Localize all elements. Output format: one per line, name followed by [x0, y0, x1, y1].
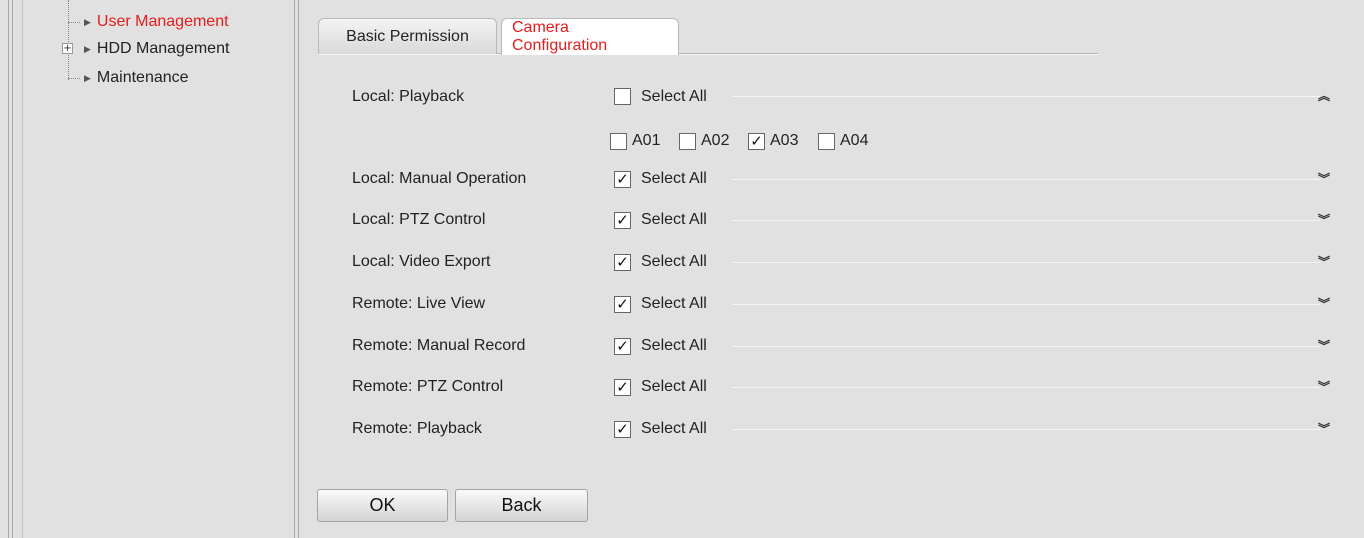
- separator-line: [732, 262, 1320, 263]
- expand-icon[interactable]: ︾: [1318, 298, 1330, 310]
- select-all-label: Select All: [641, 378, 707, 395]
- channel-checkbox-a03[interactable]: ✓: [748, 133, 765, 150]
- select-all-label: Select All: [641, 170, 707, 187]
- select-all-checkbox[interactable]: ✓: [614, 421, 631, 438]
- select-all-label: Select All: [641, 211, 707, 228]
- permission-row-remote-ptz-control: Remote: PTZ Control ✓ Select All ︾: [0, 374, 1364, 404]
- triangle-right-icon: ▶: [84, 16, 91, 27]
- separator-line: [732, 304, 1320, 305]
- separator-line: [732, 346, 1320, 347]
- select-all-checkbox[interactable]: ✓: [614, 338, 631, 355]
- permission-row-remote-manual-record: Remote: Manual Record ✓ Select All ︾: [0, 333, 1364, 363]
- select-all-checkbox[interactable]: ✓: [614, 296, 631, 313]
- channel-row: A01 A02 ✓ A03 A04: [0, 128, 1364, 158]
- separator-line: [732, 179, 1320, 180]
- triangle-right-icon: ▶: [84, 72, 91, 83]
- channel-label: A01: [632, 132, 661, 149]
- channel-checkbox-a04[interactable]: [818, 133, 835, 150]
- permission-label: Remote: PTZ Control: [352, 378, 504, 395]
- channel-label: A03: [770, 132, 799, 149]
- back-button[interactable]: Back: [455, 489, 588, 522]
- select-all-label: Select All: [641, 337, 707, 354]
- select-all-label: Select All: [641, 420, 707, 437]
- permission-label: Local: Video Export: [352, 253, 491, 270]
- expand-icon[interactable]: ︾: [1318, 173, 1330, 185]
- permission-label: Remote: Playback: [352, 420, 482, 437]
- separator-line: [732, 429, 1320, 430]
- channel-checkbox-a02[interactable]: [679, 133, 696, 150]
- permission-row-local-video-export: Local: Video Export ✓ Select All ︾: [0, 249, 1364, 279]
- select-all-label: Select All: [641, 295, 707, 312]
- permission-label: Remote: Manual Record: [352, 337, 526, 354]
- select-all-checkbox[interactable]: ✓: [614, 379, 631, 396]
- select-all-checkbox[interactable]: ✓: [614, 212, 631, 229]
- select-all-label: Select All: [641, 88, 707, 105]
- select-all-checkbox[interactable]: [614, 88, 631, 105]
- channel-checkbox-a01[interactable]: [610, 133, 627, 150]
- permission-row-remote-playback: Remote: Playback ✓ Select All ︾: [0, 416, 1364, 446]
- separator-line: [732, 387, 1320, 388]
- permission-label: Local: PTZ Control: [352, 211, 486, 228]
- select-all-checkbox[interactable]: ✓: [614, 171, 631, 188]
- permission-label: Local: Manual Operation: [352, 170, 527, 187]
- select-all-checkbox[interactable]: ✓: [614, 254, 631, 271]
- sidebar-item-label: HDD Management: [96, 40, 230, 57]
- tab-basic-permission[interactable]: Basic Permission: [318, 18, 497, 54]
- separator-line: [732, 220, 1320, 221]
- channel-label: A02: [701, 132, 730, 149]
- ok-button[interactable]: OK: [317, 489, 448, 522]
- permission-row-local-manual-operation: Local: Manual Operation ✓ Select All ︾: [0, 166, 1364, 196]
- permission-row-remote-live-view: Remote: Live View ✓ Select All ︾: [0, 291, 1364, 321]
- expand-icon[interactable]: ︾: [1318, 423, 1330, 435]
- sidebar-item-hdd-management[interactable]: ▶ HDD Management: [68, 38, 229, 60]
- collapse-icon[interactable]: ︽: [1318, 90, 1330, 102]
- triangle-right-icon: ▶: [84, 43, 91, 54]
- separator-line: [732, 96, 1320, 97]
- permission-row-local-playback: Local: Playback Select All ︽: [0, 84, 1364, 114]
- permission-label: Local: Playback: [352, 88, 465, 105]
- expand-icon[interactable]: ︾: [1318, 381, 1330, 393]
- expand-icon[interactable]: ︾: [1318, 340, 1330, 352]
- permission-label: Remote: Live View: [352, 295, 486, 312]
- select-all-label: Select All: [641, 253, 707, 270]
- expand-icon[interactable]: ︾: [1318, 256, 1330, 268]
- permission-row-local-ptz-control: Local: PTZ Control ✓ Select All ︾: [0, 207, 1364, 237]
- sidebar-item-user-management[interactable]: ▶ User Management: [68, 11, 229, 33]
- channel-label: A04: [840, 132, 869, 149]
- expand-icon[interactable]: ︾: [1318, 214, 1330, 226]
- sidebar-item-label: User Management: [96, 13, 229, 30]
- tab-camera-configuration[interactable]: Camera Configuration: [501, 18, 679, 55]
